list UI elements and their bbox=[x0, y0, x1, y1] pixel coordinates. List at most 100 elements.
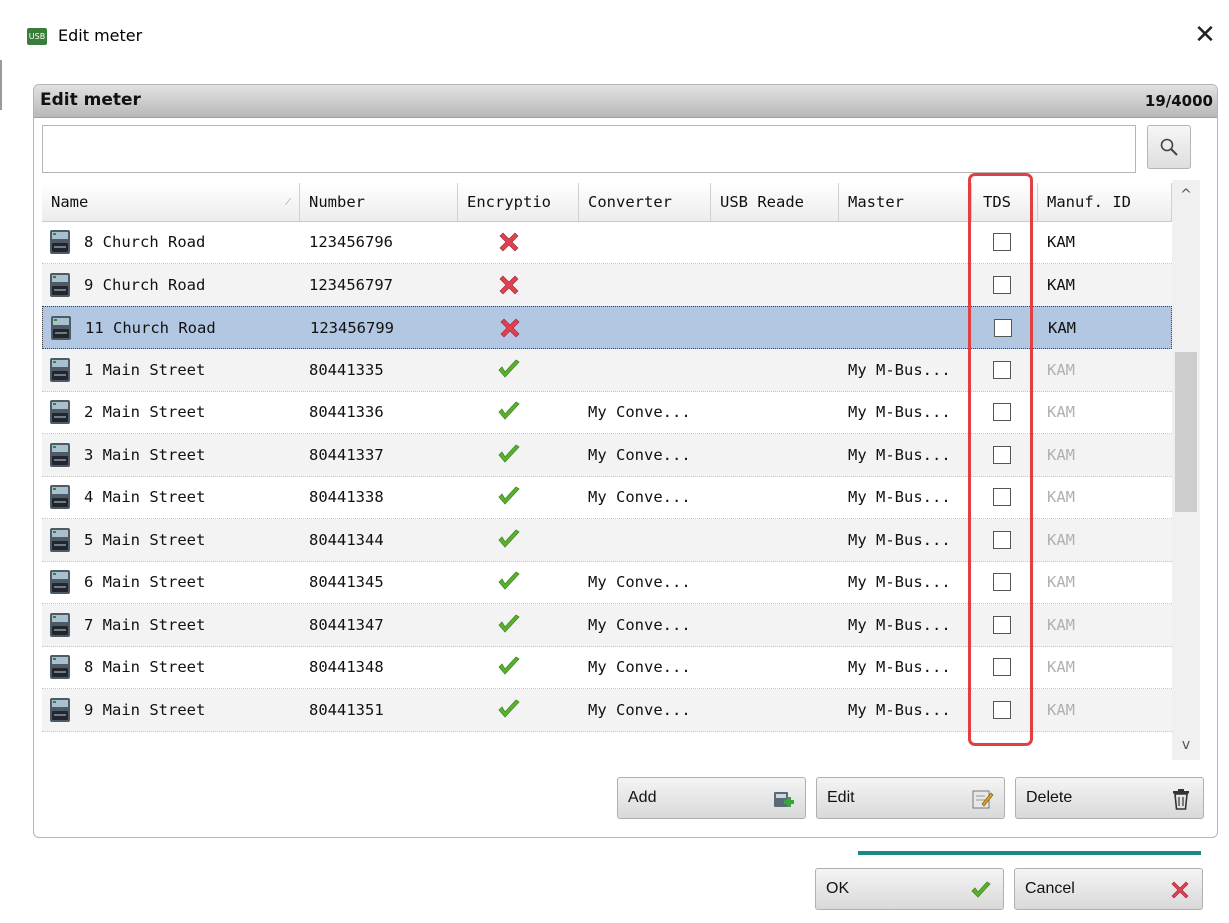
cell-master: My M-Bus... bbox=[848, 700, 951, 719]
tds-checkbox[interactable] bbox=[993, 530, 1011, 549]
cell-name: 8 Church Road bbox=[84, 233, 206, 251]
scroll-thumb[interactable] bbox=[1175, 352, 1197, 512]
cell-name: 5 Main Street bbox=[84, 530, 206, 549]
cell-number: 80441337 bbox=[309, 445, 384, 464]
cell-name: 7 Main Street bbox=[84, 615, 206, 634]
table-row[interactable]: 9 Church Road 123456797 KAM bbox=[42, 263, 1172, 307]
green-check-icon bbox=[497, 358, 521, 381]
cell-master: My M-Bus... bbox=[848, 403, 951, 421]
title-bar: USB Edit meter ✕ bbox=[0, 0, 1229, 76]
edit-meter-panel: Edit meter 19/4000 Name ⁄ Number Encryptio C… bbox=[33, 84, 1218, 838]
table-row[interactable]: 6 Main Street 80441345 My Conve... My M-Bus… bbox=[42, 561, 1172, 604]
cell-master: My M-Bus... bbox=[848, 445, 951, 464]
column-header-manuf-id[interactable]: Manuf. ID bbox=[1038, 183, 1172, 221]
cell-master: My M-Bus... bbox=[848, 615, 951, 634]
cell-manuf-id: KAM bbox=[1047, 488, 1075, 506]
progress-line bbox=[858, 851, 1201, 855]
table-row[interactable]: 1 Main Street 80441335 My M-Bus... KAM bbox=[42, 348, 1172, 392]
cell-name: 3 Main Street bbox=[84, 445, 206, 464]
green-check-icon bbox=[497, 401, 521, 423]
cell-manuf-id: KAM bbox=[1047, 445, 1075, 464]
cell-converter: My Conve... bbox=[588, 615, 691, 634]
column-header-converter[interactable]: Converter bbox=[579, 183, 711, 221]
tds-checkbox[interactable] bbox=[994, 319, 1012, 337]
window-edge bbox=[0, 60, 12, 110]
table-row[interactable]: 8 Church Road 123456796 KAM bbox=[42, 221, 1172, 264]
add-button[interactable]: Add bbox=[617, 777, 806, 819]
column-header-usb-reader[interactable]: USB Reade bbox=[711, 183, 839, 221]
edit-button-label: Edit bbox=[827, 789, 855, 806]
green-check-icon bbox=[497, 656, 521, 678]
ok-button-label: OK bbox=[826, 880, 850, 897]
table-row[interactable]: 11 Church Road 123456799 KAM bbox=[42, 306, 1172, 349]
cell-name: 2 Main Street bbox=[84, 403, 206, 421]
table-header: Name ⁄ Number Encryptio Converter USB Reade Ma… bbox=[42, 183, 1172, 222]
panel-header: Edit meter 19/4000 bbox=[34, 85, 1217, 118]
edit-button[interactable]: Edit bbox=[816, 777, 1005, 819]
cell-name: 9 Church Road bbox=[84, 275, 206, 294]
scroll-up-arrow[interactable]: ^ bbox=[1172, 180, 1200, 210]
cell-master: My M-Bus... bbox=[848, 360, 951, 379]
scroll-down-arrow[interactable]: v bbox=[1172, 730, 1200, 760]
meter-icon bbox=[49, 357, 71, 383]
green-check-icon bbox=[497, 443, 521, 466]
tds-checkbox[interactable] bbox=[993, 488, 1011, 506]
table-row[interactable]: 7 Main Street 80441347 My Conve... My M-Bus… bbox=[42, 603, 1172, 647]
cell-number: 80441338 bbox=[309, 488, 384, 506]
table-row[interactable]: 4 Main Street 80441338 My Conve... My M-Bus… bbox=[42, 476, 1172, 519]
meter-count: 19/4000 bbox=[1144, 92, 1213, 110]
column-header-encryption[interactable]: Encryptio bbox=[458, 183, 579, 221]
cell-name: 1 Main Street bbox=[84, 360, 206, 379]
tds-checkbox[interactable] bbox=[993, 615, 1011, 634]
cell-manuf-id: KAM bbox=[1047, 700, 1075, 719]
meter-icon bbox=[49, 442, 71, 468]
delete-button[interactable]: Delete bbox=[1015, 777, 1204, 819]
cell-manuf-id: KAM bbox=[1048, 319, 1076, 337]
tds-checkbox[interactable] bbox=[993, 445, 1011, 464]
search-input[interactable] bbox=[42, 125, 1136, 173]
cell-number: 80441345 bbox=[309, 573, 384, 591]
column-header-name[interactable]: Name ⁄ bbox=[42, 183, 300, 221]
table-row[interactable]: 3 Main Street 80441337 My Conve... My M-Bus… bbox=[42, 433, 1172, 477]
search-button[interactable] bbox=[1147, 125, 1191, 169]
table-row[interactable]: 5 Main Street 80441344 My M-Bus... KAM bbox=[42, 518, 1172, 562]
trash-icon bbox=[1173, 789, 1189, 810]
tds-checkbox[interactable] bbox=[993, 658, 1011, 676]
cell-manuf-id: KAM bbox=[1047, 615, 1075, 634]
tds-checkbox[interactable] bbox=[993, 700, 1011, 719]
tds-checkbox[interactable] bbox=[993, 403, 1011, 421]
vertical-scrollbar[interactable]: ^ v bbox=[1172, 180, 1200, 760]
column-header-tds[interactable]: TDS bbox=[972, 183, 1038, 221]
tds-checkbox[interactable] bbox=[993, 233, 1011, 251]
search-icon bbox=[1160, 138, 1178, 156]
cell-number: 80441347 bbox=[309, 615, 384, 634]
cancel-button-label: Cancel bbox=[1025, 880, 1075, 897]
cell-manuf-id: KAM bbox=[1047, 658, 1075, 676]
column-header-number[interactable]: Number bbox=[300, 183, 458, 221]
edit-icon bbox=[972, 790, 994, 809]
green-check-icon bbox=[497, 528, 521, 551]
meter-icon bbox=[49, 399, 71, 425]
table-row[interactable]: 8 Main Street 80441348 My Conve... My M-Bus… bbox=[42, 646, 1172, 689]
cell-name: 9 Main Street bbox=[84, 700, 206, 719]
table-row[interactable]: 2 Main Street 80441336 My Conve... My M-Bus… bbox=[42, 391, 1172, 434]
meter-icon bbox=[49, 569, 71, 595]
cancel-button[interactable]: Cancel bbox=[1014, 868, 1203, 910]
cell-number: 80441336 bbox=[309, 403, 384, 421]
tds-checkbox[interactable] bbox=[993, 573, 1011, 591]
cell-converter: My Conve... bbox=[588, 700, 691, 719]
panel-title: Edit meter bbox=[40, 90, 141, 110]
sort-indicator-icon: ⁄ bbox=[287, 195, 289, 208]
green-check-icon bbox=[497, 571, 521, 593]
tds-checkbox[interactable] bbox=[993, 275, 1011, 294]
cell-converter: My Conve... bbox=[588, 658, 691, 676]
column-header-master[interactable]: Master bbox=[839, 183, 972, 221]
tds-checkbox[interactable] bbox=[993, 360, 1011, 379]
ok-button[interactable]: OK bbox=[815, 868, 1004, 910]
table-row[interactable]: 9 Main Street 80441351 My Conve... My M-Bus… bbox=[42, 688, 1172, 732]
cell-manuf-id: KAM bbox=[1047, 360, 1075, 379]
close-button[interactable]: ✕ bbox=[1190, 20, 1220, 50]
red-x-icon bbox=[1171, 881, 1189, 899]
red-x-icon bbox=[497, 231, 521, 253]
red-x-icon bbox=[497, 274, 521, 296]
